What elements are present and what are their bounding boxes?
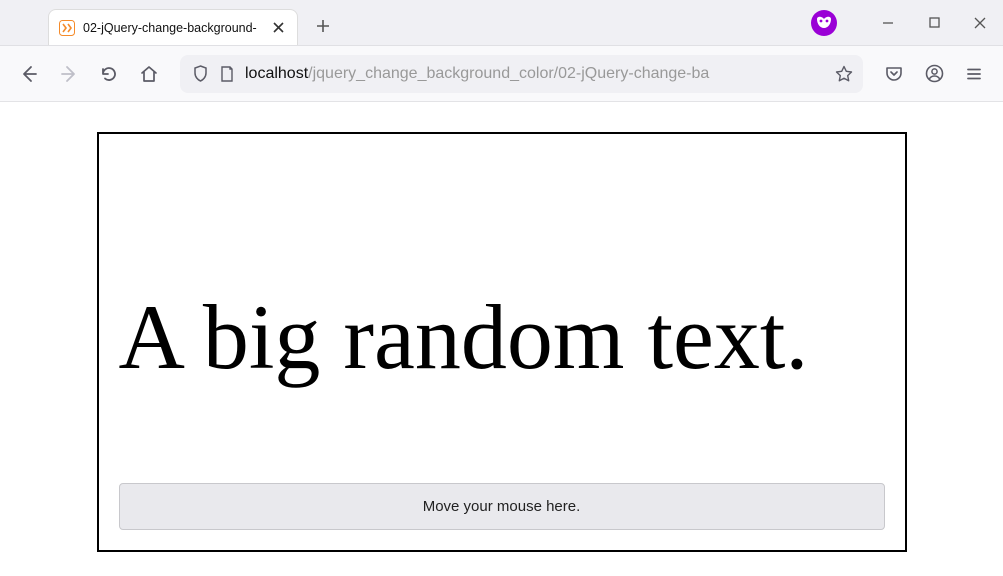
tab-title: 02-jQuery-change-background- <box>83 21 261 35</box>
forward-button[interactable] <box>52 57 86 91</box>
tab-strip: 02-jQuery-change-background- <box>0 0 338 45</box>
bookmark-button[interactable] <box>835 65 853 83</box>
mask-icon <box>815 16 833 30</box>
shield-icon[interactable] <box>192 65 209 82</box>
back-button[interactable] <box>12 57 46 91</box>
pocket-icon <box>885 65 903 83</box>
url-path: /jquery_change_background_color/02-jQuer… <box>308 65 709 82</box>
reload-button[interactable] <box>92 57 126 91</box>
maximize-button[interactable] <box>911 5 957 41</box>
app-menu-button[interactable] <box>957 57 991 91</box>
close-window-button[interactable] <box>957 5 1003 41</box>
plus-icon <box>316 19 330 33</box>
url-host: localhost <box>245 65 308 82</box>
arrow-right-icon <box>60 65 78 83</box>
url-text: localhost/jquery_change_background_color… <box>245 65 825 83</box>
xampp-favicon-icon <box>59 20 75 36</box>
page-info-icon[interactable] <box>219 66 235 82</box>
page-viewport: A big random text. Move your mouse here. <box>0 102 1003 576</box>
minimize-button[interactable] <box>865 5 911 41</box>
home-button[interactable] <box>132 57 166 91</box>
new-tab-button[interactable] <box>308 11 338 41</box>
browser-toolbar: localhost/jquery_change_background_color… <box>0 46 1003 102</box>
minimize-icon <box>882 17 894 29</box>
close-icon <box>273 22 284 33</box>
content-box: A big random text. Move your mouse here. <box>97 132 907 552</box>
browser-tab-active[interactable]: 02-jQuery-change-background- <box>48 9 298 45</box>
account-icon <box>925 64 944 83</box>
pocket-button[interactable] <box>877 57 911 91</box>
account-button[interactable] <box>917 57 951 91</box>
address-bar[interactable]: localhost/jquery_change_background_color… <box>180 55 863 93</box>
star-icon <box>835 65 853 83</box>
hamburger-icon <box>966 66 982 82</box>
arrow-left-icon <box>20 65 38 83</box>
profile-avatar[interactable] <box>811 10 837 36</box>
maximize-icon <box>929 17 940 28</box>
home-icon <box>140 65 158 83</box>
window-controls <box>865 0 1003 45</box>
reload-icon <box>100 65 118 83</box>
mouse-hover-button[interactable]: Move your mouse here. <box>119 483 885 530</box>
big-random-text: A big random text. <box>119 291 885 383</box>
close-icon <box>974 17 986 29</box>
close-tab-button[interactable] <box>269 19 287 37</box>
window-titlebar: 02-jQuery-change-background- <box>0 0 1003 46</box>
